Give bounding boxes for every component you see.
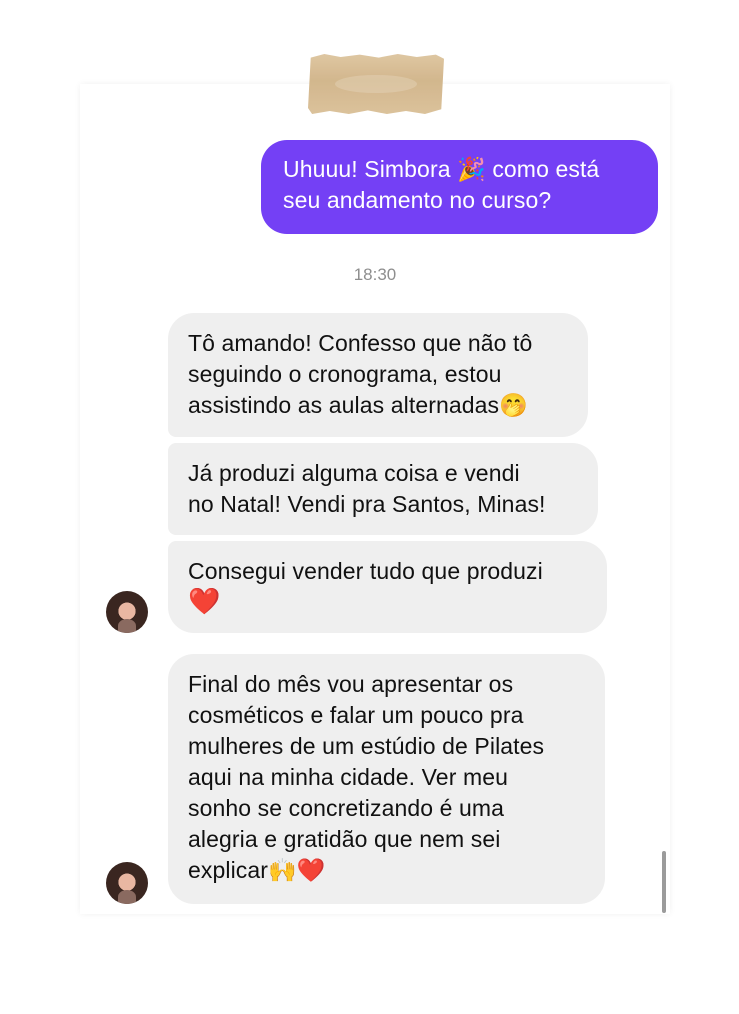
outgoing-message-bubble: Uhuuu! Simbora 🎉 como está seu andamento… bbox=[261, 140, 658, 234]
message-line: explicar🙌❤️ bbox=[188, 857, 326, 883]
message-line: Já produzi alguma coisa e vendi bbox=[188, 460, 520, 486]
incoming-message-bubble: Final do mês vou apresentar os cosmético… bbox=[168, 654, 605, 904]
message-line: Final do mês vou apresentar os bbox=[188, 671, 514, 697]
screenshot-page: Uhuuu! Simbora 🎉 como está seu andamento… bbox=[0, 0, 739, 1014]
message-line: no Natal! Vendi pra Santos, Minas! bbox=[188, 491, 546, 517]
message-line: seu andamento no curso? bbox=[283, 187, 552, 213]
message-line: seguindo o cronograma, estou bbox=[188, 361, 502, 387]
incoming-message-bubble: Tô amando! Confesso que não tô seguindo … bbox=[168, 313, 588, 437]
tape-strip bbox=[308, 54, 444, 114]
message-line: assistindo as aulas alternadas🤭 bbox=[188, 392, 528, 418]
message-line: Consegui vender tudo que produzi bbox=[188, 558, 543, 584]
scrollbar[interactable] bbox=[662, 851, 666, 913]
message-line: Tô amando! Confesso que não tô bbox=[188, 330, 533, 356]
message-line: alegria e gratidão que nem sei bbox=[188, 826, 501, 852]
message-timestamp: 18:30 bbox=[353, 265, 397, 284]
message-line: cosméticos e falar um pouco pra bbox=[188, 702, 524, 728]
user-avatar[interactable] bbox=[106, 591, 148, 633]
message-line: aqui na minha cidade. Ver meu bbox=[188, 764, 508, 790]
user-avatar[interactable] bbox=[106, 862, 148, 904]
incoming-message-bubble: Já produzi alguma coisa e vendi no Natal… bbox=[168, 443, 598, 535]
message-line: mulheres de um estúdio de Pilates bbox=[188, 733, 545, 759]
message-line: Uhuuu! Simbora 🎉 como está bbox=[283, 156, 600, 182]
incoming-message-bubble: Consegui vender tudo que produzi ❤️ bbox=[168, 541, 607, 633]
message-line: sonho se concretizando é uma bbox=[188, 795, 505, 821]
heart-emoji: ❤️ bbox=[188, 587, 221, 617]
